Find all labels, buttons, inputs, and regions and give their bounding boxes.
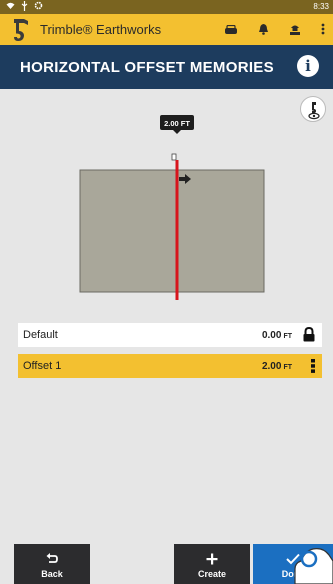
offset-value: 2.00 FT bbox=[261, 360, 292, 372]
offset-value: 0.00 FT bbox=[261, 329, 292, 341]
offset-value-callout: 2.00 FT bbox=[160, 115, 194, 134]
usb-icon bbox=[21, 1, 28, 13]
page-title: HORIZONTAL OFFSET MEMORIES bbox=[20, 58, 274, 76]
back-button-label: Back bbox=[41, 569, 63, 579]
offset-row-offset-1[interactable]: Offset 1 2.00 FT bbox=[18, 354, 322, 378]
more-vertical-icon[interactable] bbox=[321, 22, 325, 40]
clock: 8:33 bbox=[313, 2, 329, 11]
more-vertical-icon[interactable] bbox=[310, 358, 316, 374]
gear-icon bbox=[34, 1, 43, 13]
hand-cursor-icon bbox=[294, 548, 333, 584]
excavator-logo-icon bbox=[10, 17, 30, 43]
operator-icon[interactable] bbox=[289, 22, 301, 40]
create-button-label: Create bbox=[197, 569, 226, 579]
offset-value-label: 2.00 FT bbox=[164, 119, 190, 128]
plus-icon bbox=[174, 553, 250, 568]
blade-marker bbox=[171, 153, 177, 161]
back-button[interactable]: Back bbox=[14, 544, 90, 584]
bell-icon[interactable] bbox=[258, 22, 269, 40]
info-icon[interactable]: i bbox=[297, 55, 319, 77]
lock-icon bbox=[302, 326, 316, 342]
offset-name: Default bbox=[23, 329, 58, 341]
create-button[interactable]: Create bbox=[174, 544, 250, 584]
app-bar: Trimble® Earthworks bbox=[0, 14, 333, 45]
surface-plane bbox=[79, 169, 265, 293]
offset-row-default[interactable]: Default 0.00 FT bbox=[18, 323, 322, 347]
wifi-icon bbox=[6, 1, 15, 13]
app-title: Trimble® Earthworks bbox=[40, 22, 162, 37]
status-bar: 8:33 bbox=[0, 0, 333, 14]
title-bar: HORIZONTAL OFFSET MEMORIES i bbox=[0, 45, 333, 89]
back-arrow-icon bbox=[14, 553, 90, 568]
offset-diagram: 2.00 FT bbox=[79, 115, 265, 300]
machine-icon[interactable] bbox=[224, 22, 238, 40]
offset-name: Offset 1 bbox=[23, 360, 62, 372]
